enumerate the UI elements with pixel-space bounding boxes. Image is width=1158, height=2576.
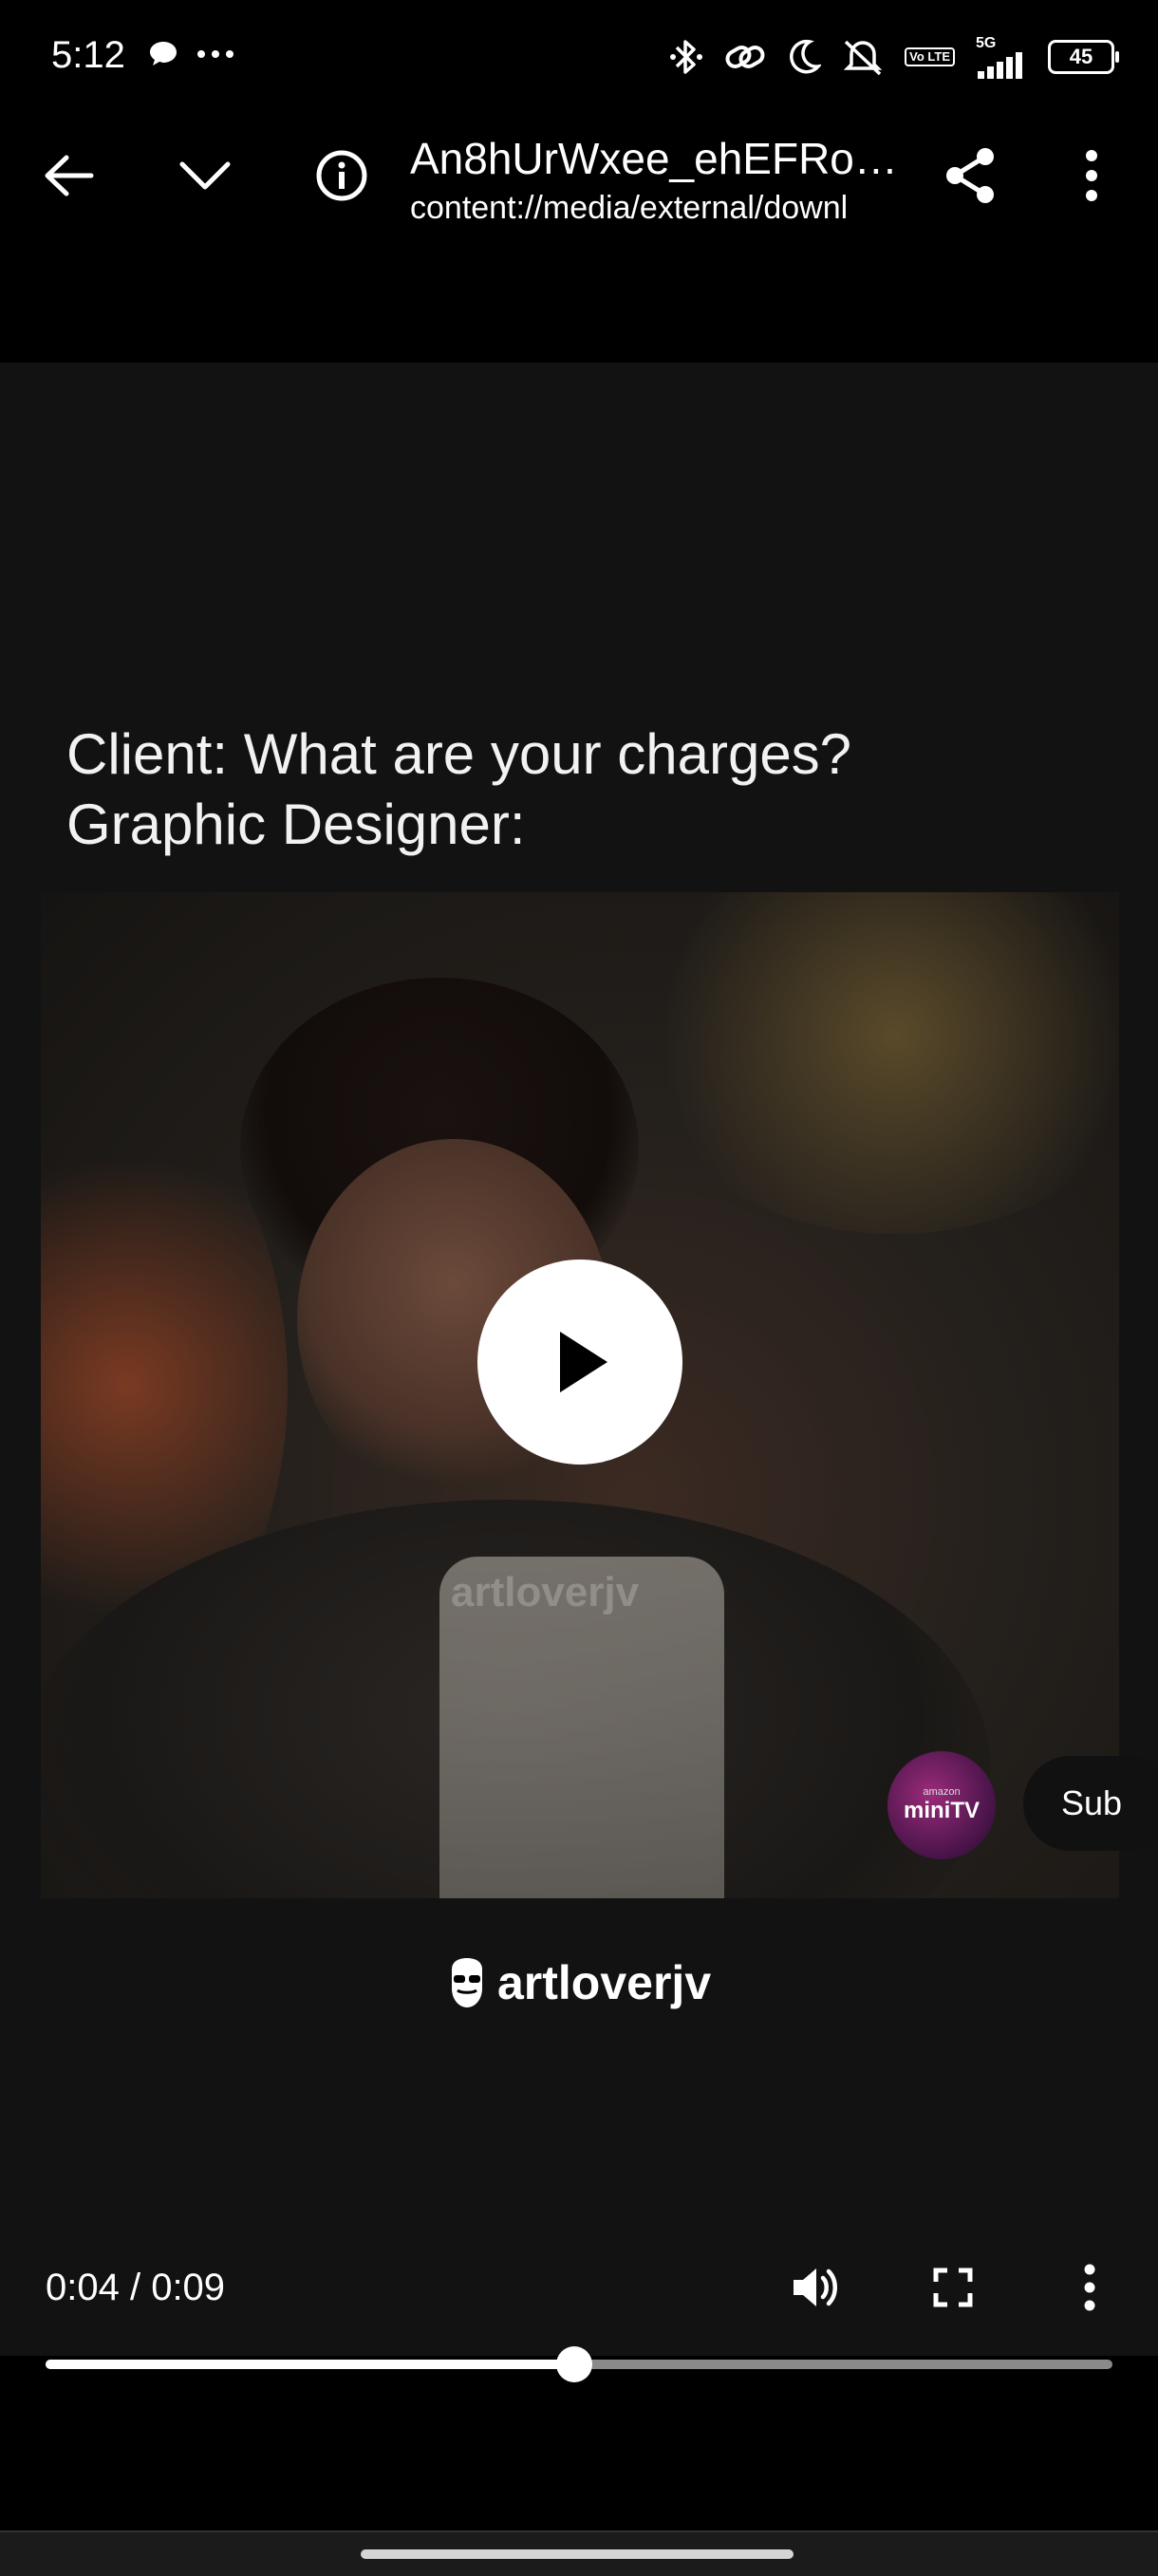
- video-caption: Client: What are your charges? Graphic D…: [66, 719, 851, 860]
- minitv-logo: amazon miniTV: [887, 1751, 996, 1859]
- logo-text: artloverjv: [497, 1956, 712, 2009]
- more-vert-icon: [1084, 2264, 1095, 2311]
- player-overflow-button[interactable]: [1052, 2249, 1128, 2325]
- play-button[interactable]: [477, 1260, 682, 1465]
- mute-bell-icon: [842, 38, 884, 76]
- signal-icon: [978, 52, 1022, 79]
- seek-thumb[interactable]: [556, 2346, 593, 2382]
- bluetooth-icon: [669, 38, 703, 76]
- back-button[interactable]: [30, 138, 106, 214]
- video-watermark: artloverjv: [451, 1569, 640, 1615]
- share-button[interactable]: [932, 138, 1008, 214]
- minitv-small-text: amazon: [923, 1786, 961, 1798]
- info-button[interactable]: [304, 138, 380, 214]
- file-title: An8hUrWxee_ehEFRoc...: [410, 134, 904, 183]
- share-icon: [946, 148, 994, 203]
- volume-button[interactable]: [778, 2249, 854, 2325]
- background-foliage: [629, 892, 1119, 1234]
- moon-icon: [787, 38, 822, 76]
- home-gesture-handle[interactable]: [361, 2549, 794, 2559]
- status-right-icons: Vo LTE 5G 45: [669, 34, 1119, 80]
- signal-group: 5G: [976, 35, 1027, 79]
- caption-line-2: Graphic Designer:: [66, 793, 526, 856]
- caption-line-1: Client: What are your charges?: [66, 722, 852, 786]
- chevron-down-icon: [179, 161, 231, 190]
- chat-bubble-icon: [147, 40, 179, 68]
- overflow-menu-button[interactable]: [1054, 138, 1130, 214]
- volume-icon: [794, 2268, 837, 2306]
- minitv-brand-text: miniTV: [903, 1798, 980, 1823]
- seek-progress: [46, 2360, 575, 2369]
- fullscreen-icon: [933, 2268, 973, 2307]
- info-icon: [316, 150, 367, 201]
- link-icon: [724, 38, 766, 76]
- status-time: 5:12: [51, 34, 125, 76]
- bearded-face-icon: [452, 1958, 482, 2007]
- collapse-button[interactable]: [167, 138, 243, 214]
- battery-indicator: 45: [1048, 40, 1119, 74]
- battery-level: 45: [1069, 45, 1093, 68]
- volte-badge: Vo LTE: [905, 47, 955, 66]
- status-left-icons: [147, 40, 234, 68]
- more-vert-icon: [1086, 150, 1097, 201]
- file-path: content://media/external/downl: [410, 190, 849, 226]
- network-type: 5G: [976, 35, 997, 51]
- more-dots-icon: [196, 49, 234, 59]
- timecode: 0:04 / 0:09: [46, 2267, 226, 2308]
- play-icon: [560, 1332, 607, 1392]
- back-arrow-icon: [45, 155, 94, 196]
- fullscreen-button[interactable]: [915, 2249, 991, 2325]
- subscribe-pill: Sub: [1023, 1756, 1158, 1851]
- artloverjv-logo: artloverjv: [446, 1955, 711, 2010]
